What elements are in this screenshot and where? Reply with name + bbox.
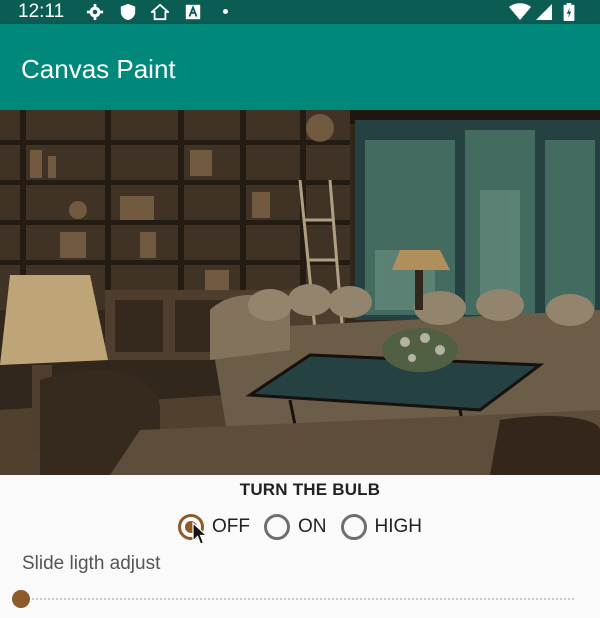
shield-icon — [120, 3, 136, 21]
app-bar: Canvas Paint — [0, 24, 600, 110]
radio-high-button[interactable] — [340, 514, 367, 540]
slider-thumb[interactable] — [12, 590, 30, 608]
radio-off-label: OFF — [212, 516, 250, 537]
mouse-cursor-icon — [192, 522, 208, 545]
status-bar: 12:11 — [0, 0, 600, 24]
radio-on-button[interactable] — [264, 514, 290, 540]
wifi-icon — [509, 3, 531, 20]
status-time: 12:11 — [18, 1, 65, 22]
slider-track[interactable] — [20, 598, 576, 600]
radio-on-label: ON — [298, 516, 327, 537]
radio-off[interactable]: OFF — [178, 514, 250, 540]
notification-dot-icon — [223, 9, 228, 14]
light-slider[interactable] — [12, 590, 578, 608]
home-icon — [151, 3, 169, 21]
slider-label: Slide ligth adjust — [22, 553, 161, 574]
radio-on[interactable]: ON — [264, 514, 327, 540]
battery-icon — [563, 3, 575, 21]
living-room-image — [0, 110, 600, 475]
bulb-heading: TURN THE BULB — [239, 480, 381, 499]
radio-high-label: HIGH — [374, 516, 423, 537]
bulb-radio-group: OFF ON HIGH — [178, 511, 436, 543]
app-title: Canvas Paint — [21, 54, 176, 84]
a-icon — [185, 4, 201, 20]
gear-icon — [86, 3, 104, 21]
signal-icon — [536, 4, 552, 20]
radio-high[interactable]: HIGH — [340, 514, 423, 540]
